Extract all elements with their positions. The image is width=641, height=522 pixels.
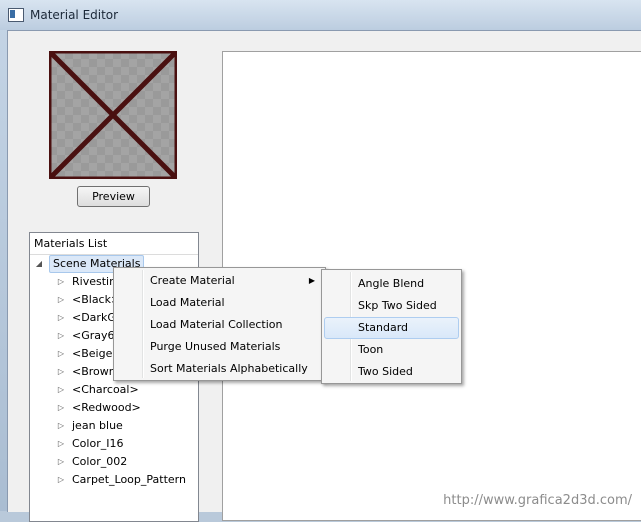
menu-item-label: Angle Blend: [358, 277, 425, 290]
missing-texture-cross-icon: [49, 51, 177, 179]
material-editor-window: Material Editor Preview Materials List ◢…: [0, 0, 641, 522]
menu-item-label: Load Material Collection: [150, 318, 283, 331]
submenu-item-two-sided[interactable]: Two Sided: [324, 361, 459, 383]
watermark-url: http://www.grafica2d3d.com/: [443, 493, 632, 508]
tree-item-label: <Redwood>: [72, 401, 141, 414]
triangle-right-icon[interactable]: ▷: [56, 291, 66, 309]
menu-item-label: Purge Unused Materials: [150, 340, 281, 353]
triangle-right-icon[interactable]: ▷: [56, 399, 66, 417]
title-bar[interactable]: Material Editor: [0, 0, 641, 30]
submenu-item-angle-blend[interactable]: Angle Blend: [324, 273, 459, 295]
submenu-item-toon[interactable]: Toon: [324, 339, 459, 361]
tree-item-label: Rivestin: [72, 275, 117, 288]
triangle-right-icon[interactable]: ▷: [56, 273, 66, 291]
tree-item-label: <Charcoal>: [72, 383, 139, 396]
menu-item-load-material-collection[interactable]: Load Material Collection: [116, 314, 323, 336]
triangle-right-icon[interactable]: ▷: [56, 345, 66, 363]
window-title: Material Editor: [30, 8, 119, 22]
tree-item-label: Color_002: [72, 455, 128, 468]
tree-item-label: Carpet_Loop_Pattern: [72, 473, 186, 486]
menu-item-label: Load Material: [150, 296, 225, 309]
context-menu: Create Material ▶ Load Material Load Mat…: [113, 267, 326, 381]
tree-item-label: jean blue: [72, 419, 123, 432]
menu-item-load-material[interactable]: Load Material: [116, 292, 323, 314]
triangle-right-icon[interactable]: ▷: [56, 435, 66, 453]
triangle-down-icon[interactable]: ◢: [34, 255, 44, 273]
preview-button[interactable]: Preview: [77, 186, 150, 207]
submenu-item-standard[interactable]: Standard: [324, 317, 459, 339]
tree-item[interactable]: ▷ Color_I16: [30, 435, 198, 453]
menu-item-create-material[interactable]: Create Material ▶: [116, 270, 323, 292]
triangle-right-icon[interactable]: ▷: [56, 363, 66, 381]
tree-item-label: Color_I16: [72, 437, 124, 450]
triangle-right-icon[interactable]: ▷: [56, 417, 66, 435]
tree-item-label: <Brown: [72, 365, 116, 378]
chevron-right-icon: ▶: [308, 276, 315, 285]
tree-item[interactable]: ▷ Carpet_Loop_Pattern: [30, 471, 198, 489]
triangle-right-icon[interactable]: ▷: [56, 309, 66, 327]
menu-item-label: Two Sided: [358, 365, 413, 378]
tree-item[interactable]: ▷ <Charcoal>: [30, 381, 198, 399]
tree-item-label: <DarkG: [72, 311, 116, 324]
menu-item-purge-unused-materials[interactable]: Purge Unused Materials: [116, 336, 323, 358]
menu-item-label: Toon: [358, 343, 384, 356]
create-material-submenu: Angle Blend Skp Two Sided Standard Toon …: [321, 269, 462, 384]
triangle-right-icon[interactable]: ▷: [56, 327, 66, 345]
material-preview: [49, 51, 177, 179]
triangle-right-icon[interactable]: ▷: [56, 453, 66, 471]
materials-list-header: Materials List: [30, 233, 198, 255]
app-icon: [8, 8, 24, 22]
menu-item-label: Create Material: [150, 274, 235, 287]
menu-item-label: Standard: [358, 321, 409, 334]
tree-item[interactable]: ▷ <Redwood>: [30, 399, 198, 417]
tree-item[interactable]: ▷ Color_002: [30, 453, 198, 471]
triangle-right-icon[interactable]: ▷: [56, 381, 66, 399]
submenu-item-skp-two-sided[interactable]: Skp Two Sided: [324, 295, 459, 317]
tree-item[interactable]: ▷ jean blue: [30, 417, 198, 435]
menu-item-sort-materials-alphabetically[interactable]: Sort Materials Alphabetically: [116, 358, 323, 380]
menu-item-label: Sort Materials Alphabetically: [150, 362, 308, 375]
tree-item-label: <Gray6: [72, 329, 115, 342]
menu-item-label: Skp Two Sided: [358, 299, 437, 312]
triangle-right-icon[interactable]: ▷: [56, 471, 66, 489]
